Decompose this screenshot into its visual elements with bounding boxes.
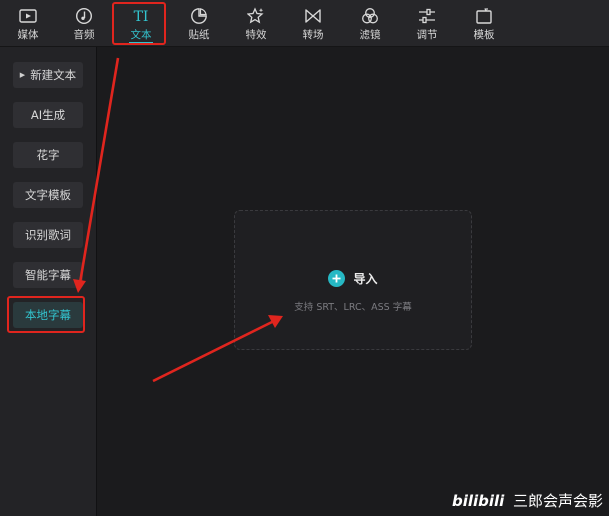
sidebar-item-label: 花字 (36, 148, 60, 162)
tab-media[interactable]: 媒体 (2, 0, 54, 46)
tab-adjust-label: 调节 (416, 29, 438, 41)
sidebar: ▶ 新建文本 AI生成 花字 文字模板 识别歌词 智能字幕 本地字幕 (0, 47, 97, 516)
effects-icon (247, 7, 265, 25)
bilibili-logo: bilibili (452, 492, 505, 510)
top-toolbar: 媒体 音频 TI 文本 贴纸 特效 转场 滤镜 调节 模板 (0, 0, 609, 47)
plus-icon (328, 270, 346, 287)
sidebar-item-fancy-text[interactable]: 花字 (13, 142, 83, 168)
import-drop-zone[interactable]: 导入 支持 SRT、LRC、ASS 字幕 (234, 210, 472, 350)
import-hint: 支持 SRT、LRC、ASS 字幕 (294, 302, 412, 313)
tab-audio[interactable]: 音频 (58, 0, 110, 46)
watermark-text: 三郎会声会影 (512, 491, 603, 510)
tab-audio-label: 音频 (73, 29, 95, 41)
sidebar-item-ai-generate[interactable]: AI生成 (13, 102, 83, 128)
sidebar-item-label: 新建文本 (30, 68, 77, 82)
main-panel: 导入 支持 SRT、LRC、ASS 字幕 (97, 47, 609, 516)
tab-media-label: 媒体 (17, 29, 39, 41)
sidebar-item-label: 智能字幕 (25, 268, 71, 282)
svg-text:bilibili: bilibili (452, 492, 505, 510)
annotation-box-local-captions (7, 296, 85, 333)
sidebar-item-smart-captions[interactable]: 智能字幕 (13, 262, 83, 288)
tab-template[interactable]: 模板 (458, 0, 510, 46)
tab-adjust[interactable]: 调节 (401, 0, 453, 46)
sidebar-item-label: AI生成 (30, 108, 66, 122)
tab-transition[interactable]: 转场 (287, 0, 339, 46)
sticker-icon (190, 7, 208, 25)
transition-icon (304, 7, 322, 25)
media-icon (19, 7, 37, 25)
tab-sticker-label: 贴纸 (188, 29, 210, 41)
tab-effects-label: 特效 (245, 29, 267, 41)
tab-template-label: 模板 (473, 29, 495, 41)
sidebar-item-recognize-lyrics[interactable]: 识别歌词 (13, 222, 83, 248)
caret-right-icon: ▶ (19, 71, 26, 79)
sidebar-item-new-text[interactable]: ▶ 新建文本 (13, 62, 83, 88)
adjust-icon (418, 7, 436, 25)
tab-filter-label: 滤镜 (359, 29, 381, 41)
tab-sticker[interactable]: 贴纸 (173, 0, 225, 46)
import-button[interactable]: 导入 (235, 270, 471, 287)
import-label: 导入 (353, 272, 378, 286)
audio-icon (75, 7, 93, 25)
template-icon (475, 7, 493, 25)
sidebar-item-text-template[interactable]: 文字模板 (13, 182, 83, 208)
tab-filter[interactable]: 滤镜 (344, 0, 396, 46)
tab-effects[interactable]: 特效 (230, 0, 282, 46)
sidebar-item-label: 识别歌词 (25, 228, 71, 242)
tab-transition-label: 转场 (302, 29, 324, 41)
annotation-box-text-tab (112, 2, 166, 45)
sidebar-item-label: 文字模板 (25, 188, 71, 202)
watermark: bilibili 三郎会声会影 (451, 489, 603, 511)
filter-icon (361, 7, 379, 25)
